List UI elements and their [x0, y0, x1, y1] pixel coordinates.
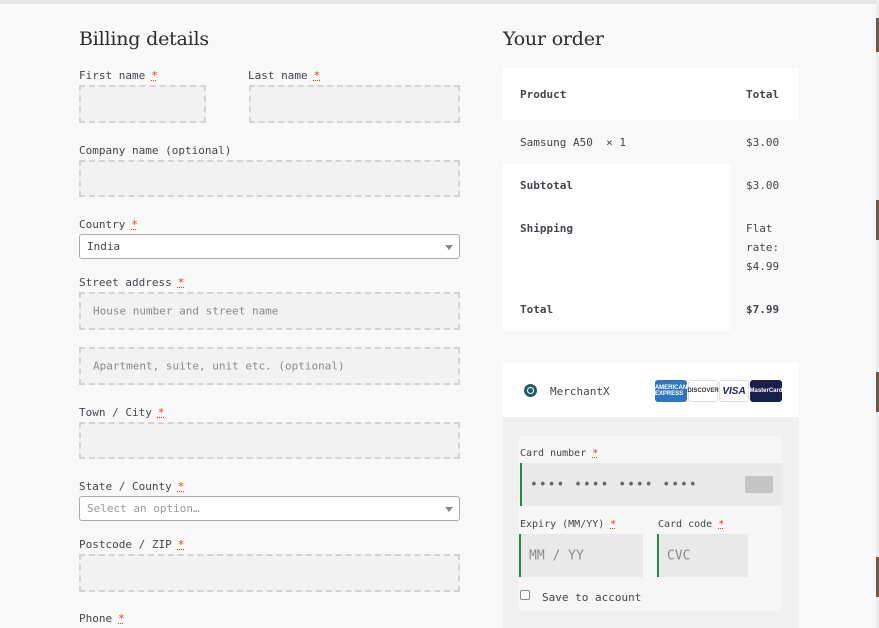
card-number-label: Card number *: [520, 448, 599, 459]
required-mark: *: [610, 519, 617, 530]
payment-radio[interactable]: [524, 384, 537, 397]
shipping-label: Shipping: [520, 222, 573, 235]
required-mark: *: [118, 612, 125, 625]
expiry-field[interactable]: MM / YY: [519, 534, 643, 577]
discover-card-icon: DISCOVER: [687, 380, 719, 402]
credit-card-icon: [745, 476, 773, 493]
country-value: India: [87, 240, 121, 253]
street-label: Street address *: [79, 276, 185, 289]
order-item-total: $3.00: [746, 136, 780, 149]
postcode-field[interactable]: [79, 554, 460, 592]
shipping-value-line-1: Flat: [746, 222, 773, 235]
state-label: State / County *: [79, 480, 185, 493]
save-to-account-label: Save to account: [542, 591, 642, 604]
first-name-label: First name *: [79, 69, 158, 82]
shipping-value-line-2: rate:: [746, 241, 780, 254]
total-label: Total: [520, 303, 554, 316]
amex-card-icon: AMERICAN EXPRESS: [655, 380, 687, 402]
shipping-value-line-3: $4.99: [746, 260, 780, 273]
company-field[interactable]: [79, 160, 460, 197]
company-label: Company name (optional): [79, 144, 232, 157]
card-code-label: Card code *: [658, 519, 725, 530]
order-item-qty: × 1: [606, 136, 626, 149]
state-placeholder: Select an option…: [87, 502, 200, 515]
phone-label: Phone *: [79, 612, 125, 625]
order-item-name: Samsung A50 × 1: [520, 136, 626, 149]
chevron-down-icon: [445, 245, 453, 250]
state-select[interactable]: Select an option…: [79, 496, 460, 521]
town-field[interactable]: [79, 422, 460, 459]
subtotal-value: $3.00: [746, 179, 780, 192]
required-mark: *: [151, 69, 158, 82]
card-number-field[interactable]: •••• •••• •••• ••••: [520, 463, 782, 506]
header-total: Total: [746, 88, 780, 101]
billing-details-title: Billing details: [79, 28, 209, 50]
street-address-field[interactable]: House number and street name: [79, 292, 460, 330]
header-product: Product: [520, 88, 567, 101]
required-mark: *: [718, 519, 725, 530]
street-placeholder: House number and street name: [93, 304, 279, 318]
required-mark: *: [177, 276, 185, 289]
card-number-placeholder: •••• •••• •••• ••••: [530, 477, 698, 492]
apartment-placeholder: Apartment, suite, unit etc. (optional): [93, 359, 345, 373]
expiry-label: Expiry (MM/YY) *: [520, 519, 617, 530]
apartment-field[interactable]: Apartment, suite, unit etc. (optional): [79, 347, 460, 385]
last-name-label: Last name *: [248, 69, 321, 82]
town-label: Town / City *: [79, 406, 165, 419]
mastercard-card-icon: MasterCard: [750, 380, 783, 402]
country-label: Country *: [79, 218, 138, 231]
first-name-field[interactable]: [79, 85, 206, 123]
postcode-label: Postcode / ZIP *: [79, 538, 185, 551]
required-mark: *: [131, 218, 138, 231]
your-order-title: Your order: [503, 28, 604, 50]
payment-method-label: MerchantX: [550, 385, 610, 398]
save-to-account-checkbox[interactable]: [520, 590, 530, 600]
required-mark: *: [157, 406, 165, 419]
last-name-field[interactable]: [249, 85, 460, 123]
visa-card-icon: VISA: [719, 380, 749, 402]
country-select[interactable]: India: [79, 234, 460, 259]
card-code-field[interactable]: CVC: [657, 534, 748, 577]
top-bar: [0, 0, 879, 4]
total-value: $7.99: [746, 303, 780, 316]
card-code-placeholder: CVC: [667, 548, 691, 563]
subtotal-label: Subtotal: [520, 179, 573, 192]
required-mark: *: [177, 480, 185, 493]
required-mark: *: [592, 448, 599, 459]
chevron-down-icon: [445, 507, 453, 512]
expiry-placeholder: MM / YY: [529, 548, 584, 563]
required-mark: *: [313, 69, 321, 82]
required-mark: *: [177, 538, 185, 551]
